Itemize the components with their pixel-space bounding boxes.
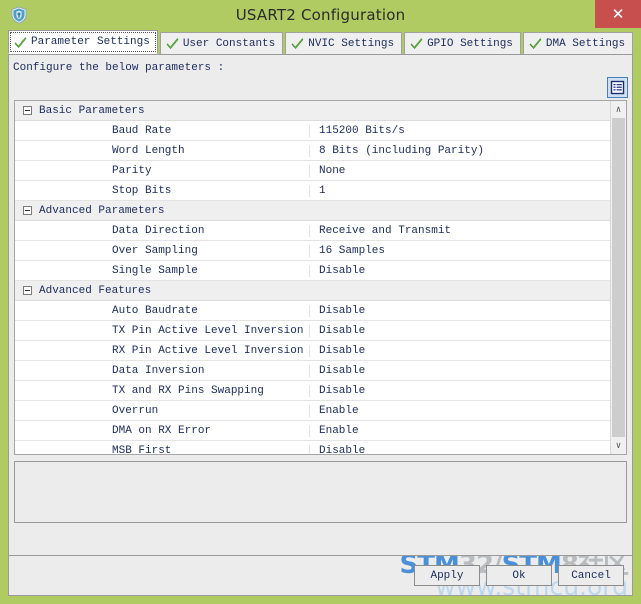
parameter-name-cell: TX and RX Pins Swapping — [15, 384, 310, 397]
table-group-row[interactable]: Basic Parameters — [15, 101, 610, 121]
table-row[interactable]: Data Inversion Disable — [15, 361, 610, 381]
parameter-value-cell[interactable]: None — [310, 165, 610, 177]
collapse-toggle-icon[interactable] — [23, 286, 32, 295]
scrollbar-track[interactable] — [611, 118, 626, 437]
table-row[interactable]: Single Sample Disable — [15, 261, 610, 281]
parameter-value-cell[interactable]: Enable — [310, 405, 610, 417]
apply-button[interactable]: Apply — [414, 565, 480, 586]
parameter-name-cell: Stop Bits — [15, 184, 310, 197]
group-header-cell: Basic Parameters — [15, 105, 310, 117]
window-title: USART2 Configuration — [235, 6, 406, 24]
green-check-icon — [14, 36, 27, 49]
group-header-cell: Advanced Features — [15, 285, 310, 297]
parameter-name-cell: Data Direction — [15, 224, 310, 237]
parameter-name-cell: Over Sampling — [15, 244, 310, 257]
green-check-icon — [166, 37, 179, 50]
table-row[interactable]: RX Pin Active Level Inversion Disable — [15, 341, 610, 361]
tab-label: NVIC Settings — [308, 37, 395, 50]
table-row[interactable]: Auto Baudrate Disable — [15, 301, 610, 321]
tab-parameter-settings[interactable]: Parameter Settings — [8, 30, 158, 54]
parameter-value-cell[interactable]: 8 Bits (including Parity) — [310, 145, 610, 157]
main-panel: Configure the below parameters : Basic P… — [8, 54, 633, 556]
parameter-table-body: Basic Parameters Baud Rate 115200 Bits/s Wo… — [15, 101, 610, 454]
green-check-icon — [410, 37, 423, 50]
parameter-value-cell[interactable]: 1 — [310, 185, 610, 197]
tab-strip: Parameter Settings User Constants NVIC Set… — [8, 30, 634, 54]
parameter-value-cell[interactable]: Disable — [310, 305, 610, 317]
parameter-value-cell[interactable]: Disable — [310, 345, 610, 357]
table-row[interactable]: Stop Bits 1 — [15, 181, 610, 201]
scroll-down-arrow[interactable]: ∨ — [611, 437, 626, 454]
description-panel — [14, 461, 627, 523]
close-button[interactable]: ✕ — [595, 0, 641, 28]
table-row[interactable]: Word Length 8 Bits (including Parity) — [15, 141, 610, 161]
shield-icon — [9, 5, 29, 25]
group-title: Basic Parameters — [39, 104, 145, 117]
parameter-value-cell[interactable]: Disable — [310, 325, 610, 337]
table-row[interactable]: Overrun Enable — [15, 401, 610, 421]
table-row[interactable]: Baud Rate 115200 Bits/s — [15, 121, 610, 141]
table-row[interactable]: TX and RX Pins Swapping Disable — [15, 381, 610, 401]
parameter-value-cell[interactable]: Enable — [310, 425, 610, 437]
table-row[interactable]: Data Direction Receive and Transmit — [15, 221, 610, 241]
parameter-value-cell[interactable]: 16 Samples — [310, 245, 610, 257]
parameter-name-cell: Word Length — [15, 144, 310, 157]
collapse-toggle-icon[interactable] — [23, 206, 32, 215]
tab-label: Parameter Settings — [31, 36, 150, 48]
group-title: Advanced Features — [39, 284, 152, 297]
table-group-row[interactable]: Advanced Parameters — [15, 201, 610, 221]
parameter-value-cell[interactable]: 115200 Bits/s — [310, 125, 610, 137]
tab-label: GPIO Settings — [427, 37, 513, 50]
parameter-name-cell: Data Inversion — [15, 364, 310, 377]
table-row[interactable]: TX Pin Active Level Inversion Disable — [15, 321, 610, 341]
table-group-row[interactable]: Advanced Features — [15, 281, 610, 301]
parameter-value-cell[interactable]: Disable — [310, 365, 610, 377]
table-row[interactable]: Over Sampling 16 Samples — [15, 241, 610, 261]
parameter-name-cell: Auto Baudrate — [15, 304, 310, 317]
parameter-value-cell[interactable]: Disable — [310, 265, 610, 277]
parameter-name-cell: Overrun — [15, 404, 310, 417]
dialog-footer: STM32/STM8社区 www.stmcu.org Apply Ok Canc… — [8, 556, 633, 596]
panel-toolbar — [9, 74, 632, 100]
cancel-button[interactable]: Cancel — [558, 565, 624, 586]
title-bar: USART2 Configuration ✕ — [0, 0, 641, 30]
usart-configuration-window: USART2 Configuration ✕ Parameter Setting… — [0, 0, 641, 604]
parameter-table: Basic Parameters Baud Rate 115200 Bits/s Wo… — [14, 100, 627, 455]
instruction-text: Configure the below parameters : — [13, 62, 225, 74]
parameter-name-cell: DMA on RX Error — [15, 424, 310, 437]
scroll-up-arrow[interactable]: ∧ — [611, 101, 626, 118]
group-header-cell: Advanced Parameters — [15, 205, 310, 217]
collapse-toggle-icon[interactable] — [23, 106, 32, 115]
table-row[interactable]: Parity None — [15, 161, 610, 181]
tab-label: User Constants — [182, 37, 276, 50]
parameter-value-cell[interactable]: Disable — [310, 445, 610, 455]
table-row[interactable]: DMA on RX Error Enable — [15, 421, 610, 441]
tab-user-constants[interactable]: User Constants — [159, 32, 284, 54]
table-vertical-scrollbar[interactable]: ∧ ∨ — [610, 101, 626, 454]
green-check-icon — [291, 37, 304, 50]
tab-gpio-settings[interactable]: GPIO Settings — [404, 32, 521, 54]
parameter-name-cell: TX Pin Active Level Inversion — [15, 324, 310, 337]
parameter-name-cell: RX Pin Active Level Inversion — [15, 344, 310, 357]
list-view-icon[interactable] — [607, 76, 628, 98]
tab-nvic-settings[interactable]: NVIC Settings — [285, 32, 403, 54]
parameter-name-cell: Baud Rate — [15, 124, 310, 137]
parameter-name-cell: MSB First — [15, 444, 310, 454]
green-check-icon — [529, 37, 542, 50]
ok-button[interactable]: Ok — [486, 565, 552, 586]
tab-dma-settings[interactable]: DMA Settings — [522, 32, 634, 54]
parameter-name-cell: Parity — [15, 164, 310, 177]
parameter-value-cell[interactable]: Disable — [310, 385, 610, 397]
group-title: Advanced Parameters — [39, 204, 165, 217]
table-row[interactable]: MSB First Disable — [15, 441, 610, 454]
tab-label: DMA Settings — [545, 37, 626, 50]
scrollbar-thumb[interactable] — [612, 118, 625, 437]
parameter-name-cell: Single Sample — [15, 264, 310, 277]
parameter-value-cell[interactable]: Receive and Transmit — [310, 225, 610, 237]
